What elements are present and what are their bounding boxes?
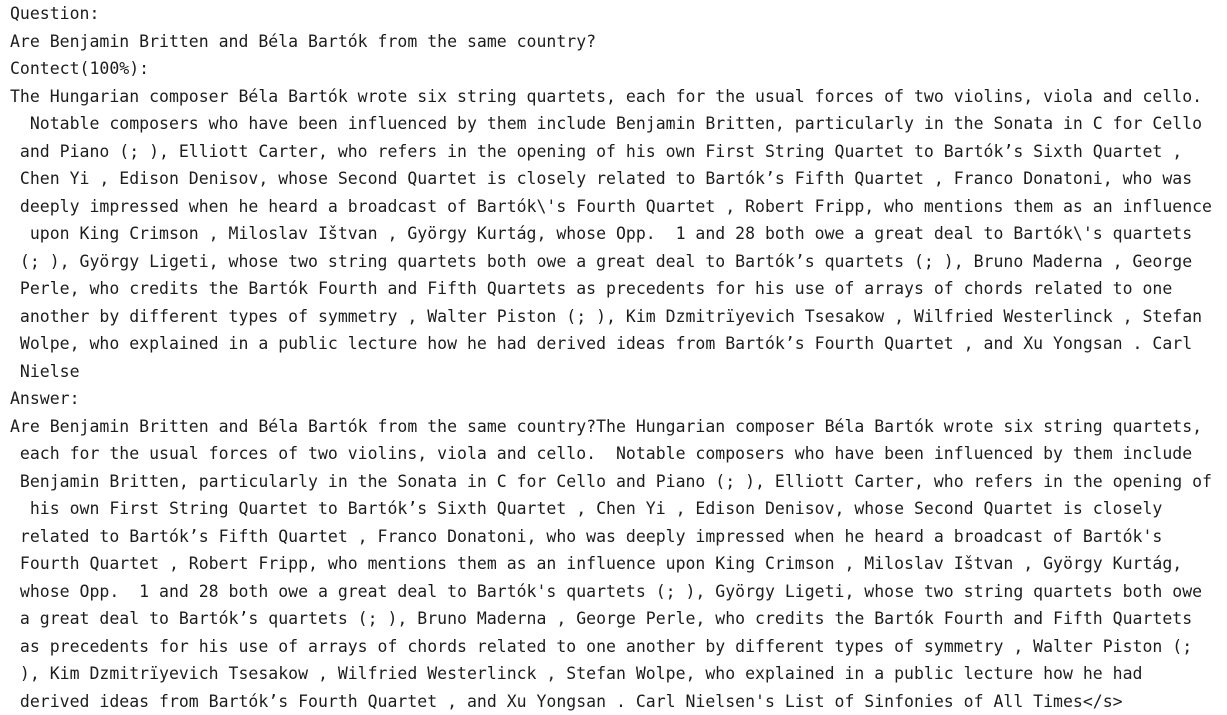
context-line: (; ), György Ligeti, whose two string qu… bbox=[10, 248, 1225, 276]
context-line: The Hungarian composer Béla Bartók wrote… bbox=[10, 83, 1225, 111]
context-line: Wolpe, who explained in a public lecture… bbox=[10, 330, 1225, 358]
context-header: Contect(100%): bbox=[10, 55, 1225, 83]
console-output: Question: Are Benjamin Britten and Béla … bbox=[10, 0, 1225, 715]
answer-line: related to Bartók’s Fifth Quartet , Fran… bbox=[10, 523, 1225, 551]
answer-line: as precedents for his use of arrays of c… bbox=[10, 633, 1225, 661]
answer-line: whose Opp. 1 and 28 both owe a great dea… bbox=[10, 578, 1225, 606]
context-line: upon King Crimson , Miloslav Ištvan , Gy… bbox=[10, 220, 1225, 248]
context-line: Chen Yi , Edison Denisov, whose Second Q… bbox=[10, 165, 1225, 193]
answer-line: Fourth Quartet , Robert Fripp, who menti… bbox=[10, 550, 1225, 578]
answer-line: each for the usual forces of two violins… bbox=[10, 440, 1225, 468]
question-header: Question: bbox=[10, 0, 1225, 28]
context-line: deeply impressed when he heard a broadca… bbox=[10, 193, 1225, 221]
context-line: another by different types of symmetry ,… bbox=[10, 303, 1225, 331]
answer-header: Answer: bbox=[10, 385, 1225, 413]
answer-line: Benjamin Britten, particularly in the So… bbox=[10, 468, 1225, 496]
context-line: Notable composers who have been influenc… bbox=[10, 110, 1225, 138]
answer-line: Are Benjamin Britten and Béla Bartók fro… bbox=[10, 413, 1225, 441]
context-line: and Piano (; ), Elliott Carter, who refe… bbox=[10, 138, 1225, 166]
context-line: Nielse bbox=[10, 358, 1225, 386]
answer-line: his own First String Quartet to Bartók’s… bbox=[10, 495, 1225, 523]
context-line: Perle, who credits the Bartók Fourth and… bbox=[10, 275, 1225, 303]
answer-line: a great deal to Bartók’s quartets (; ), … bbox=[10, 605, 1225, 633]
question-text: Are Benjamin Britten and Béla Bartók fro… bbox=[10, 28, 1225, 56]
answer-line: ), Kim Dzmitrïyevich Tsesakow , Wilfried… bbox=[10, 660, 1225, 688]
